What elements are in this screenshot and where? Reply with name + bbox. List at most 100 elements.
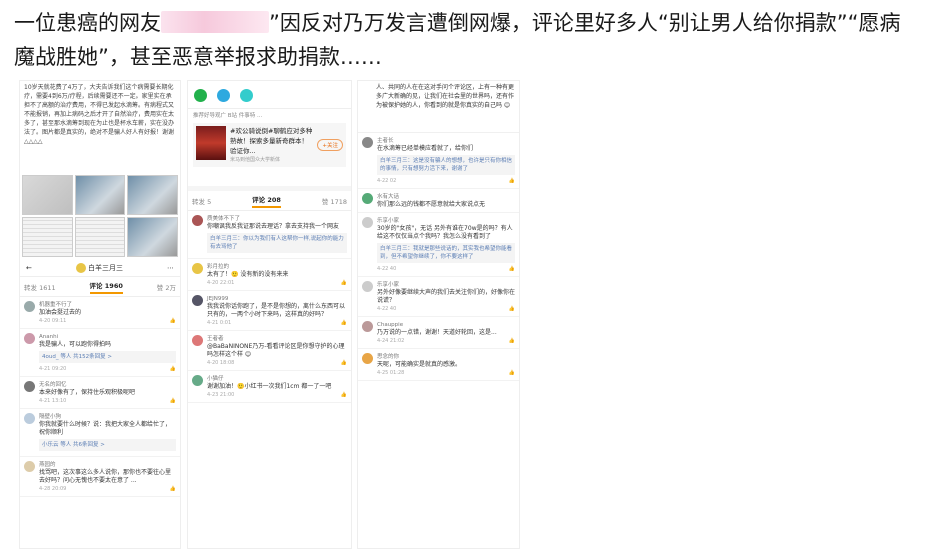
- post-image[interactable]: [127, 217, 178, 257]
- like-icon[interactable]: 👍: [170, 317, 176, 325]
- post-image[interactable]: [74, 175, 126, 215]
- like-icon[interactable]: 👍: [341, 319, 347, 327]
- reply-text[interactable]: 白羊三月三：这是没有骗人的想想，也许是只有你相信的事情，只有想努力活下来，谢谢了: [380, 158, 512, 172]
- avatar[interactable]: [24, 413, 35, 424]
- comment: 王者者 @BaBaNINONE乃万-看看评论区是你想守护的心理吗怎样这个样 😊 4-…: [188, 331, 351, 371]
- comment-author[interactable]: 机器重不行了: [39, 301, 176, 309]
- avatar[interactable]: [24, 301, 35, 312]
- comment: 彩月拉的 太有了！🙂 没有新的没有来来 4-20 22:01 👍: [188, 259, 351, 291]
- comment-time: 4-24 21:02: [377, 338, 405, 344]
- comment-author[interactable]: 小猫仔: [207, 375, 347, 383]
- ad-text[interactable]: #欢公骑说倒#聊鹤应对多种熟故！探索多量新奇群本！验证你...: [230, 126, 313, 156]
- post-image[interactable]: [127, 175, 178, 215]
- comment: Ananhi 我是骗人，可以跑你得拍吗 4oud_ 等人 共152条回复 > 4-21…: [20, 329, 180, 377]
- comment-author[interactable]: Chauppie: [377, 321, 515, 329]
- post-image[interactable]: [22, 217, 73, 257]
- tab-like[interactable]: 赞 1718: [322, 196, 347, 206]
- tab-repost[interactable]: 转发 1611: [24, 282, 56, 292]
- comment-text: 你们那么远的钱都不愿意就给大家说点无: [377, 201, 486, 208]
- comment: 无名的回忆 本来好像有了，保持住乐观积极呢吧 4-21 13:10 👍: [20, 377, 180, 409]
- comment-text: 在水滴筹已经单模应看就了，给你们: [377, 145, 474, 152]
- tab-bar: 转发 5 评论 208 赞 1718: [188, 191, 351, 211]
- comment-text: 你我就要什么时候？说：我把大家全人都给忙了，祝你顺利: [39, 421, 172, 436]
- avatar[interactable]: [192, 375, 203, 386]
- like-icon[interactable]: 👍: [170, 397, 176, 405]
- like-icon[interactable]: 👍: [341, 359, 347, 367]
- like-icon[interactable]: 👍: [509, 177, 515, 185]
- post-image[interactable]: [22, 175, 73, 215]
- reply-link[interactable]: 小乐云 等人 共6条回复 >: [42, 442, 105, 448]
- like-icon[interactable]: 👍: [170, 365, 176, 373]
- comment-time: 4-20 09:11: [39, 318, 67, 324]
- like-icon[interactable]: 👍: [170, 485, 176, 493]
- comment-author[interactable]: JEJN999: [207, 295, 347, 303]
- comment-text: 人、共同的人在在这对手问个评论区，上有一种有更多广大新确的见，让我们在社会里的世…: [358, 81, 519, 133]
- avatar[interactable]: [362, 321, 373, 332]
- comment-author[interactable]: 水有大话: [377, 193, 515, 201]
- comment: 主者长 在水滴筹已经单模应看就了，给你们白羊三月三：这是没有骗人的想想，也许是只有…: [358, 133, 519, 189]
- post-images: [20, 173, 180, 259]
- comment-author[interactable]: 主者长: [377, 137, 515, 145]
- like-icon[interactable]: 👍: [509, 265, 515, 273]
- comment: 小猫仔 谢谢加油！🙂小红书一次我们1cm 都一了一吧 4-23 21:00 👍: [188, 371, 351, 403]
- avatar[interactable]: [24, 333, 35, 344]
- comment: 水有大话 你们那么远的钱都不愿意就给大家说点无: [358, 189, 519, 213]
- avatar[interactable]: [24, 461, 35, 472]
- headline-part1: 一位患癌的网友: [14, 11, 161, 35]
- comment-author[interactable]: 乐享小家: [377, 281, 515, 289]
- comment-author[interactable]: 隔壁小狗: [39, 413, 176, 421]
- avatar[interactable]: [362, 353, 373, 364]
- avatar[interactable]: [362, 281, 373, 292]
- comment: 思念的你 天呢，可能确实是就真的感激。 4-25 01:28 👍: [358, 349, 519, 381]
- comment-author[interactable]: 思念的你: [377, 353, 515, 361]
- like-icon[interactable]: 👍: [509, 369, 515, 377]
- comment-author[interactable]: 无名的回忆: [39, 381, 176, 389]
- comment-author[interactable]: 彩月拉的: [207, 263, 347, 271]
- avatar[interactable]: [192, 335, 203, 346]
- share-row: [188, 81, 351, 109]
- avatar[interactable]: [24, 381, 35, 392]
- comment-time: 4-20 22:01: [207, 280, 235, 286]
- account-name[interactable]: 白羊三月三: [88, 264, 123, 272]
- comment-author[interactable]: 质美体不下了: [207, 215, 347, 223]
- comment-author[interactable]: 燕园的: [39, 461, 176, 469]
- back-arrow-icon[interactable]: ←: [26, 264, 32, 272]
- like-icon[interactable]: 👍: [509, 337, 515, 345]
- comment-time: 4-21 09:20: [39, 366, 67, 372]
- avatar[interactable]: [192, 215, 203, 226]
- comment-author[interactable]: 乐享小家: [377, 217, 515, 225]
- avatar[interactable]: [362, 137, 373, 148]
- ad-image[interactable]: [196, 126, 226, 160]
- qq-icon[interactable]: [240, 89, 253, 102]
- like-icon[interactable]: 👍: [341, 279, 347, 287]
- reply-link[interactable]: 4oud_ 等人 共152条回复 >: [42, 354, 112, 360]
- comment-text: 本来好像有了，保持住乐观积极呢吧: [39, 389, 136, 396]
- comment-text: 我我说你话你跑了，是不是你想的，离什么东西可以只有的，一两个小时下来吗，这样真的…: [207, 303, 346, 318]
- follow-button[interactable]: +关注: [317, 139, 343, 151]
- comment: 乐享小家 30岁的"女孩"，无话 另外有谁在70w是的吗？有人给这不仅仅当点个我吗…: [358, 213, 519, 277]
- comment: Chauppie 乃万说的一点错，谢谢！天道好轮回，这是... 4-24 21:02…: [358, 317, 519, 349]
- avatar[interactable]: [192, 263, 203, 274]
- reply-text[interactable]: 白羊三月三：你以为我们有人这帮你一样,说起你的能力有去骂他了: [210, 236, 344, 250]
- reply-text[interactable]: 白羊三月三：我就是那些说话的，其实我也希望你能看到，但不希望你继续了，你不要这样…: [380, 246, 512, 260]
- tab-comment[interactable]: 评论 1960: [89, 280, 123, 294]
- avatar[interactable]: [362, 193, 373, 204]
- comment-author[interactable]: Ananhi: [39, 333, 176, 341]
- like-icon[interactable]: 👍: [341, 391, 347, 399]
- moments-icon[interactable]: [217, 89, 230, 102]
- comment-time: 4-20 18:08: [207, 360, 235, 366]
- tab-like[interactable]: 赞 2万: [157, 282, 176, 292]
- wechat-icon[interactable]: [194, 89, 207, 102]
- avatar[interactable]: [75, 262, 86, 273]
- tab-comment[interactable]: 评论 208: [252, 194, 281, 208]
- more-icon[interactable]: ⋯: [167, 264, 174, 272]
- tab-repost[interactable]: 转发 5: [192, 196, 211, 206]
- headline: 一位患癌的网友 ”因反对乃万发言遭倒网爆，评论里好多人“别让男人给你捐款”“愿病魔…: [14, 6, 919, 74]
- redacted-username: [161, 11, 269, 33]
- comment: 机器重不行了 加油会挺过去的 4-20 09:11 👍: [20, 297, 180, 329]
- avatar[interactable]: [192, 295, 203, 306]
- like-icon[interactable]: 👍: [509, 305, 515, 313]
- comment-author[interactable]: 王者者: [207, 335, 347, 343]
- avatar[interactable]: [362, 217, 373, 228]
- post-image[interactable]: [74, 217, 126, 257]
